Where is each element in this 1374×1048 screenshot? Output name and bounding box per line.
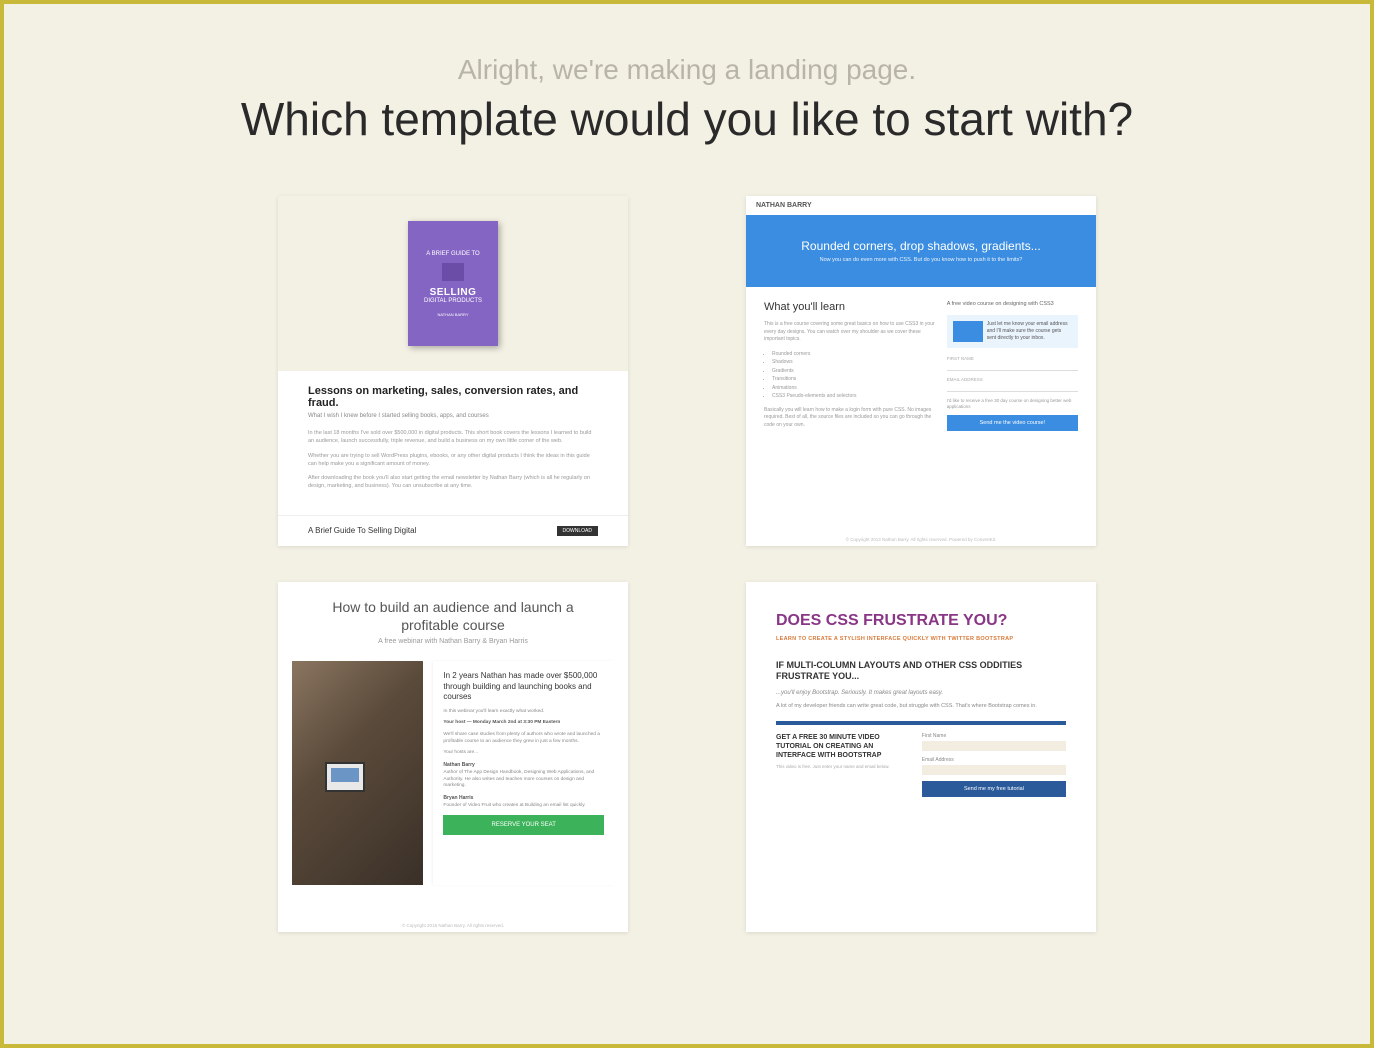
checkbox-label: I'd like to receive a free 30 day course… bbox=[947, 398, 1078, 410]
preview-subhead: A free webinar with Nathan Barry & Bryan… bbox=[308, 638, 598, 645]
preview-body: In 2 years Nathan has made over $500,000… bbox=[278, 653, 628, 893]
host-bio: Founder of Video Fruit who creates at Bu… bbox=[443, 803, 604, 810]
content-paragraph: In this webinar you'll learn exactly wha… bbox=[443, 709, 604, 716]
form-subtext: This video is free. Just enter your name… bbox=[776, 764, 906, 770]
preview-paragraph: After downloading the book you'll also s… bbox=[308, 474, 598, 491]
preview-subhead: What I wish I knew before I started sell… bbox=[308, 413, 598, 419]
form-heading: GET A FREE 30 MINUTE VIDEO TUTORIAL ON C… bbox=[776, 733, 906, 760]
feature-list: Rounded corners Shadows Gradients Transi… bbox=[764, 350, 935, 401]
sidebar-heading: A free video course on designing with CS… bbox=[947, 301, 1078, 309]
list-item: Gradients bbox=[772, 367, 935, 376]
preview-hero: Rounded corners, drop shadows, gradients… bbox=[746, 215, 1096, 287]
signup-badge bbox=[953, 321, 983, 342]
preview-header: How to build an audience and launch a pr… bbox=[278, 582, 628, 653]
template-card-ebook[interactable]: A BRIEF GUIDE TO SELLING DIGITAL PRODUCT… bbox=[278, 196, 628, 546]
content-paragraph: We'll share case studies from plenty of … bbox=[443, 732, 604, 745]
field-label: First Name bbox=[922, 733, 1066, 739]
page-title: Which template would you like to start w… bbox=[64, 92, 1310, 146]
form-fields: First Name Email Address Send me my free… bbox=[922, 733, 1066, 797]
section-paragraph: A lot of my developer friends can write … bbox=[776, 703, 1066, 711]
preview-footer: © Copyright 2015 Nathan Barry. All right… bbox=[278, 919, 628, 932]
download-button: DOWNLOAD bbox=[557, 526, 598, 536]
preview-main: What you'll learn This is a free course … bbox=[746, 287, 1096, 435]
host-name: Nathan Barry bbox=[443, 762, 604, 768]
section-paragraph: Basically you will learn how to make a l… bbox=[764, 407, 935, 430]
text-input bbox=[922, 741, 1066, 751]
list-item: Rounded corners bbox=[772, 350, 935, 359]
signup-text: Just let me know your email address and … bbox=[987, 321, 1072, 342]
header: Alright, we're making a landing page. Wh… bbox=[64, 54, 1310, 146]
book-subtitle: DIGITAL PRODUCTS bbox=[424, 298, 482, 304]
reserve-button: RESERVE YOUR SEAT bbox=[443, 815, 604, 835]
book-pretitle: A BRIEF GUIDE TO bbox=[426, 251, 479, 257]
template-preview-body: Lessons on marketing, sales, conversion … bbox=[278, 371, 628, 505]
book-title: SELLING bbox=[430, 287, 477, 298]
book-cover: A BRIEF GUIDE TO SELLING DIGITAL PRODUCT… bbox=[408, 221, 498, 346]
preview-content: In 2 years Nathan has made over $500,000… bbox=[433, 661, 614, 885]
template-card-css-frustrate[interactable]: DOES CSS FRUSTRATE YOU? LEARN TO CREATE … bbox=[746, 582, 1096, 932]
page-subtitle: Alright, we're making a landing page. bbox=[64, 54, 1310, 86]
hero-subtext: Now you can do even more with CSS. But d… bbox=[766, 257, 1076, 263]
list-item: Shadows bbox=[772, 358, 935, 367]
template-grid: A BRIEF GUIDE TO SELLING DIGITAL PRODUCT… bbox=[237, 196, 1137, 932]
list-item: Animations bbox=[772, 384, 935, 393]
host-bio: Author of The App Design Handbook, Desig… bbox=[443, 770, 604, 790]
preview-form: GET A FREE 30 MINUTE VIDEO TUTORIAL ON C… bbox=[776, 733, 1066, 797]
text-input bbox=[922, 765, 1066, 775]
section-paragraph: This is a free course covering some grea… bbox=[764, 321, 935, 344]
template-preview-hero: A BRIEF GUIDE TO SELLING DIGITAL PRODUCT… bbox=[278, 196, 628, 371]
preview-subhead: LEARN TO CREATE A STYLISH INTERFACE QUIC… bbox=[776, 636, 1066, 643]
section-paragraph: ...you'll enjoy Bootstrap. Seriously. It… bbox=[776, 689, 1066, 697]
preview-heading: How to build an audience and launch a pr… bbox=[308, 598, 598, 634]
form-heading-block: GET A FREE 30 MINUTE VIDEO TUTORIAL ON C… bbox=[776, 733, 906, 797]
preview-paragraph: In the last 18 months I've sold over $50… bbox=[308, 429, 598, 446]
host-name: Bryan Harris bbox=[443, 795, 604, 801]
template-card-video-course[interactable]: NATHAN BARRY Rounded corners, drop shado… bbox=[746, 196, 1096, 546]
section-heading: What you'll learn bbox=[764, 301, 935, 313]
preview-body: DOES CSS FRUSTRATE YOU? LEARN TO CREATE … bbox=[746, 582, 1096, 807]
preview-heading: DOES CSS FRUSTRATE YOU? bbox=[776, 612, 1066, 630]
preview-heading: Lessons on marketing, sales, conversion … bbox=[308, 385, 598, 409]
tablet-icon bbox=[325, 762, 365, 792]
text-input bbox=[947, 384, 1078, 392]
preview-footer: © Copyright 2013 Nathan Barry. All right… bbox=[746, 533, 1096, 546]
text-input bbox=[947, 363, 1078, 371]
field-label: FIRST NAME bbox=[947, 356, 1078, 361]
list-item: CSS3 Pseudo-elements and selectors bbox=[772, 392, 935, 401]
divider-bar bbox=[776, 721, 1066, 725]
content-paragraph: Your host — Monday March 2nd at 3:30 PM … bbox=[443, 720, 604, 727]
hosts-label: Your hosts are... bbox=[443, 750, 604, 757]
hero-heading: Rounded corners, drop shadows, gradients… bbox=[766, 239, 1076, 253]
content-heading: In 2 years Nathan has made over $500,000… bbox=[443, 671, 604, 702]
book-icon bbox=[442, 263, 464, 281]
signup-box: Just let me know your email address and … bbox=[947, 315, 1078, 348]
preview-paragraph: Whether you are trying to sell WordPress… bbox=[308, 452, 598, 469]
preview-footer: A Brief Guide To Selling Digital DOWNLOA… bbox=[278, 515, 628, 546]
field-label: Email Address bbox=[922, 757, 1066, 763]
template-card-webinar[interactable]: How to build an audience and launch a pr… bbox=[278, 582, 628, 932]
field-label: EMAIL ADDRESS bbox=[947, 377, 1078, 382]
preview-photo bbox=[292, 661, 423, 885]
preview-nav-brand: NATHAN BARRY bbox=[746, 196, 1096, 215]
footer-title: A Brief Guide To Selling Digital bbox=[308, 526, 416, 536]
cta-button: Send me the video course! bbox=[947, 415, 1078, 431]
submit-button: Send me my free tutorial bbox=[922, 781, 1066, 797]
preview-left-column: What you'll learn This is a free course … bbox=[764, 301, 935, 435]
book-author: NATHAN BARRY bbox=[438, 312, 469, 317]
section-heading: IF MULTI-COLUMN LAYOUTS AND OTHER CSS OD… bbox=[776, 660, 1066, 683]
list-item: Transitions bbox=[772, 375, 935, 384]
preview-sidebar: A free video course on designing with CS… bbox=[947, 301, 1078, 435]
